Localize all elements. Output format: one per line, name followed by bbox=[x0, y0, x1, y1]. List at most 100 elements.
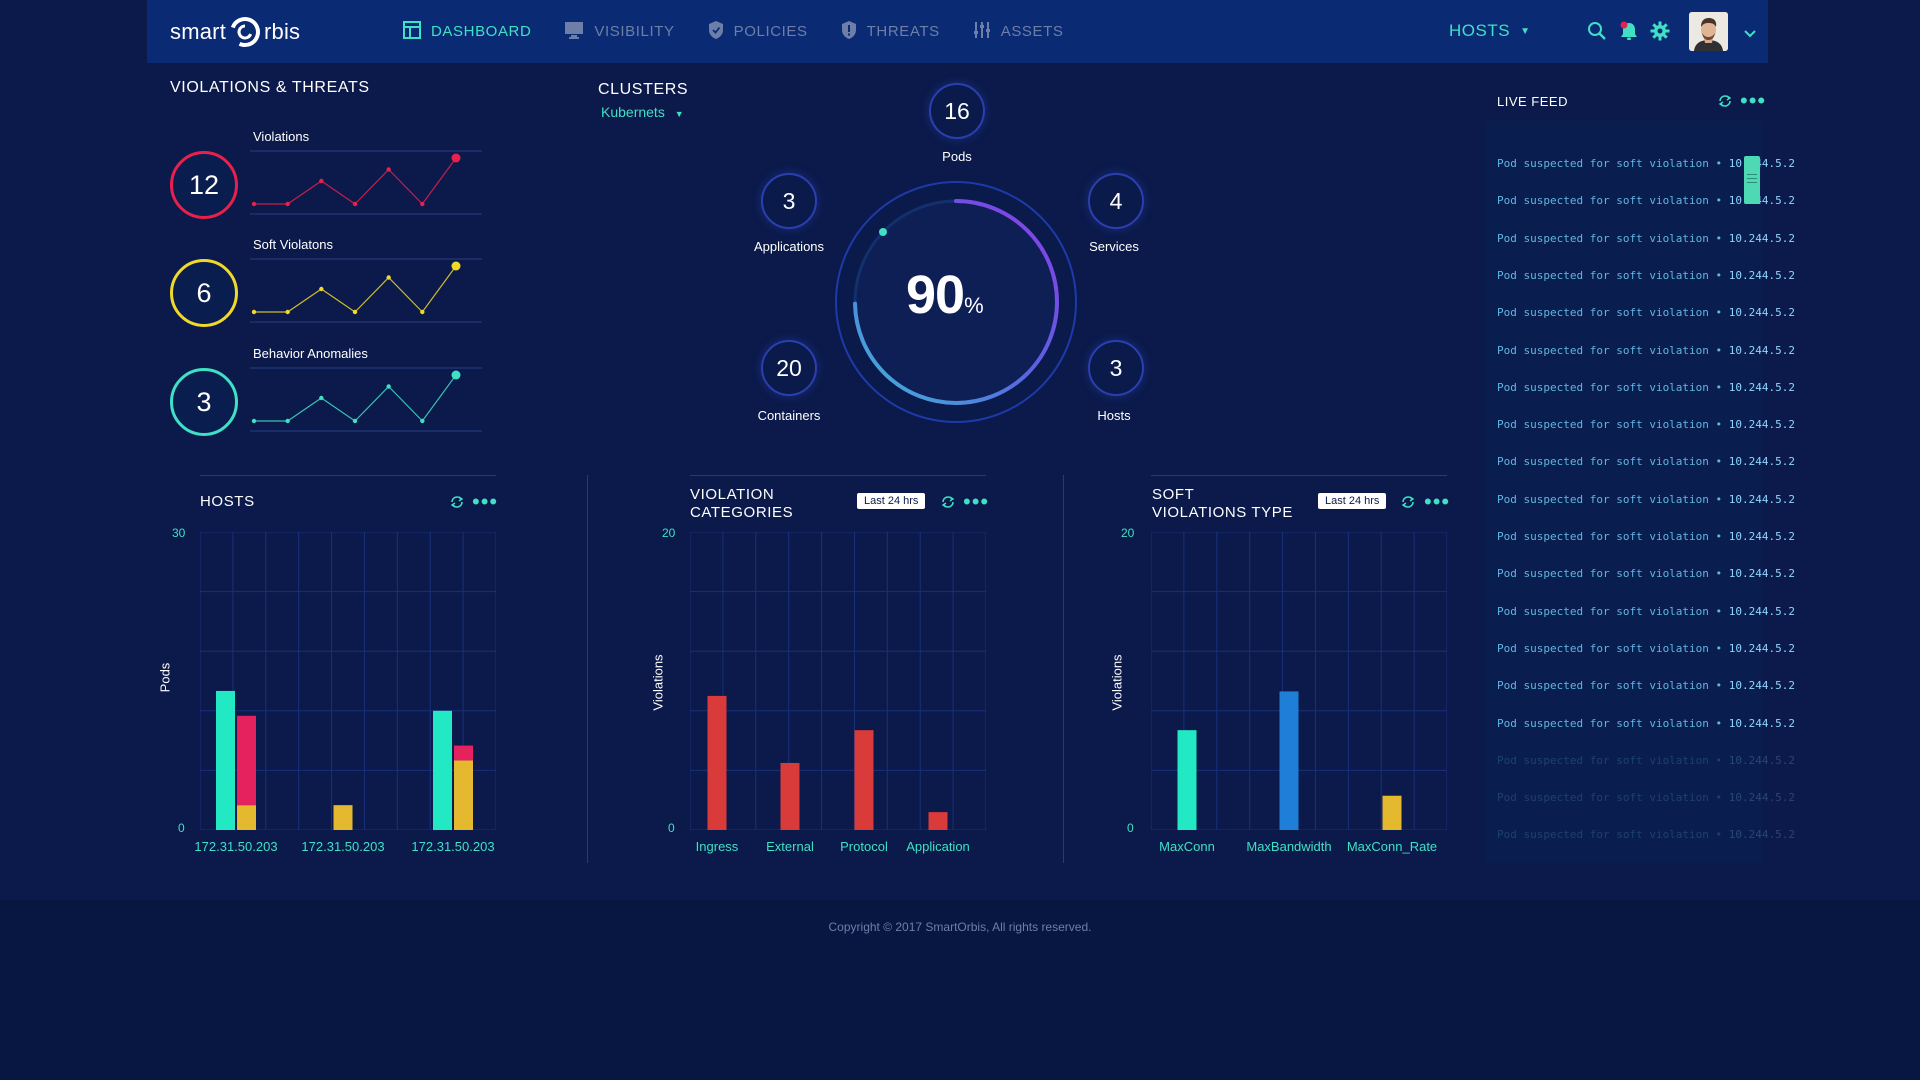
pods-count: 16 bbox=[944, 97, 970, 124]
live-feed-row[interactable]: Pod suspected for soft violation • 10.24… bbox=[1497, 530, 1795, 543]
live-feed-row[interactable]: Pod suspected for soft violation • 10.24… bbox=[1497, 791, 1795, 804]
dashboard-icon bbox=[403, 20, 431, 43]
live-feed-row[interactable]: Pod suspected for soft violation • 10.24… bbox=[1497, 232, 1795, 245]
live-feed-row[interactable]: Pod suspected for soft violation • 10.24… bbox=[1497, 605, 1795, 618]
live-feed-row[interactable]: Pod suspected for soft violation • 10.24… bbox=[1497, 754, 1795, 767]
search-icon[interactable] bbox=[1587, 21, 1607, 46]
live-feed-row[interactable]: Pod suspected for soft violation • 10.24… bbox=[1497, 493, 1795, 506]
live-feed-row-ip: 10.244.5.2 bbox=[1728, 343, 1796, 357]
panel-divider bbox=[1063, 475, 1064, 863]
svt-time-range-badge[interactable]: Last 24 hrs bbox=[1318, 493, 1387, 509]
sparkline-point bbox=[386, 167, 391, 172]
sparkline-point bbox=[352, 418, 358, 424]
services-badge[interactable]: 4 bbox=[1088, 173, 1144, 229]
live-feed-row-text: Pod suspected for soft violation bbox=[1497, 157, 1709, 170]
bar-segment-yellow bbox=[333, 805, 353, 830]
sparkline-point bbox=[451, 370, 461, 380]
live-feed-row-separator: • bbox=[1708, 753, 1729, 767]
live-feed-row-ip: 10.244.5.2 bbox=[1728, 157, 1796, 170]
live-feed-row[interactable]: Pod suspected for soft violation • 10.24… bbox=[1497, 269, 1795, 282]
nav-threats[interactable]: THREATS bbox=[841, 20, 940, 44]
logo-ring-icon bbox=[228, 15, 262, 49]
hosts-y-min: 0 bbox=[178, 821, 185, 835]
hosts-dropdown[interactable]: HOSTS ▼ bbox=[1449, 21, 1530, 41]
live-feed-row-ip: 10.244.5.2 bbox=[1728, 753, 1796, 767]
hosts-y-axis-title: Pods bbox=[157, 662, 173, 693]
live-feed-row[interactable]: Pod suspected for soft violation • 10.24… bbox=[1497, 381, 1795, 394]
sparkline-point bbox=[285, 418, 290, 424]
cluster-type-dropdown[interactable]: Kubernets ▼ bbox=[601, 104, 684, 120]
behavior-anomalies-count: 3 bbox=[196, 386, 212, 417]
pods-badge[interactable]: 16 bbox=[929, 83, 985, 139]
live-feed-row-text: Pod suspected for soft violation bbox=[1497, 716, 1709, 730]
nav-visibility[interactable]: VISIBILITY bbox=[564, 21, 674, 43]
behavior-anomalies-label: Behavior Anomalies bbox=[253, 346, 368, 361]
sparkline-point bbox=[251, 418, 257, 424]
live-feed-row-ip: 10.244.5.2 bbox=[1728, 492, 1796, 506]
logo-text-left: smart bbox=[170, 19, 226, 44]
shield-icon bbox=[708, 20, 734, 44]
nav-assets[interactable]: ASSETS bbox=[973, 21, 1064, 43]
vc-chart-title: VIOLATION CATEGORIES bbox=[690, 486, 793, 522]
live-feed-refresh-icon[interactable] bbox=[1718, 94, 1732, 113]
monitor-icon bbox=[564, 21, 594, 43]
live-feed-row[interactable]: Pod suspected for soft violation • 10.24… bbox=[1497, 344, 1795, 357]
live-feed-row-separator: • bbox=[1708, 679, 1729, 693]
violations-count-badge[interactable]: 12 bbox=[170, 151, 238, 219]
sparkline-path bbox=[254, 157, 457, 205]
live-feed-more-icon[interactable]: ••• bbox=[1740, 90, 1766, 112]
live-feed-row-ip: 10.244.5.2 bbox=[1728, 268, 1796, 282]
svt-more-icon[interactable]: ••• bbox=[1424, 491, 1450, 513]
vc-more-icon[interactable]: ••• bbox=[963, 491, 989, 513]
pods-label: Pods bbox=[942, 149, 972, 164]
x-axis-category-label: MaxConn_Rate bbox=[1346, 839, 1438, 854]
live-feed-row[interactable]: Pod suspected for soft violation • 10.24… bbox=[1497, 306, 1795, 319]
live-feed-row[interactable]: Pod suspected for soft violation • 10.24… bbox=[1497, 455, 1795, 468]
gear-icon[interactable] bbox=[1650, 21, 1670, 46]
live-feed-row-text: Pod suspected for soft violation bbox=[1497, 753, 1709, 767]
bell-icon[interactable] bbox=[1619, 21, 1639, 46]
containers-badge[interactable]: 20 bbox=[761, 340, 817, 396]
avatar[interactable] bbox=[1689, 12, 1728, 51]
live-feed-row-separator: • bbox=[1708, 716, 1729, 730]
vc-refresh-icon[interactable] bbox=[941, 495, 955, 514]
vc-time-range-badge[interactable]: Last 24 hrs bbox=[857, 493, 926, 509]
behavior-anomalies-count-badge[interactable]: 3 bbox=[170, 368, 238, 436]
hosts-badge[interactable]: 3 bbox=[1088, 340, 1144, 396]
bar-segment-pink bbox=[454, 745, 473, 761]
hosts-more-icon[interactable]: ••• bbox=[472, 491, 498, 513]
nav-policies[interactable]: POLICIES bbox=[708, 20, 808, 44]
live-feed-row[interactable]: Pod suspected for soft violation • 10.24… bbox=[1497, 828, 1795, 841]
nav-threats-label: THREATS bbox=[866, 23, 940, 40]
hosts-label: Hosts bbox=[1097, 408, 1131, 423]
live-feed-row[interactable]: Pod suspected for soft violation • 10.24… bbox=[1497, 717, 1795, 730]
live-feed-row[interactable]: Pod suspected for soft violation • 10.24… bbox=[1497, 418, 1795, 431]
live-feed-row-text: Pod suspected for soft violation bbox=[1497, 418, 1709, 432]
hosts-refresh-icon[interactable] bbox=[450, 495, 464, 514]
soft-violations-sparkline bbox=[250, 258, 482, 323]
sparkline-point bbox=[386, 275, 391, 280]
sparkline-point bbox=[319, 286, 324, 292]
live-feed-row[interactable]: Pod suspected for soft violation • 10.24… bbox=[1497, 679, 1795, 692]
live-feed-row-ip: 10.244.5.2 bbox=[1728, 530, 1796, 543]
live-feed-scrollbar[interactable] bbox=[1744, 156, 1760, 204]
applications-label: Applications bbox=[753, 239, 825, 254]
live-feed-row[interactable]: Pod suspected for soft violation • 10.24… bbox=[1497, 642, 1795, 655]
svt-chart-title: SOFT VIOLATIONS TYPE bbox=[1152, 486, 1293, 522]
applications-badge[interactable]: 3 bbox=[761, 173, 817, 229]
sparkline-point bbox=[420, 201, 425, 207]
cluster-type-label: Kubernets bbox=[601, 104, 665, 120]
svt-y-max: 20 bbox=[1121, 526, 1135, 540]
hosts-count: 3 bbox=[1109, 354, 1123, 381]
svt-refresh-icon[interactable] bbox=[1401, 495, 1415, 514]
chevron-down-icon[interactable] bbox=[1744, 25, 1756, 43]
live-feed-row[interactable]: Pod suspected for soft violation • 10.24… bbox=[1497, 567, 1795, 580]
live-feed-row-ip: 10.244.5.2 bbox=[1728, 306, 1796, 320]
live-feed-row-ip: 10.244.5.2 bbox=[1728, 194, 1796, 208]
live-feed-row-text: Pod suspected for soft violation bbox=[1497, 791, 1709, 805]
nav-policies-label: POLICIES bbox=[733, 23, 808, 40]
soft-violations-count-badge[interactable]: 6 bbox=[170, 259, 238, 327]
nav-dashboard[interactable]: DASHBOARD bbox=[403, 20, 531, 43]
sparkline-point bbox=[285, 309, 290, 315]
app-logo[interactable]: smart rbis bbox=[170, 14, 300, 50]
